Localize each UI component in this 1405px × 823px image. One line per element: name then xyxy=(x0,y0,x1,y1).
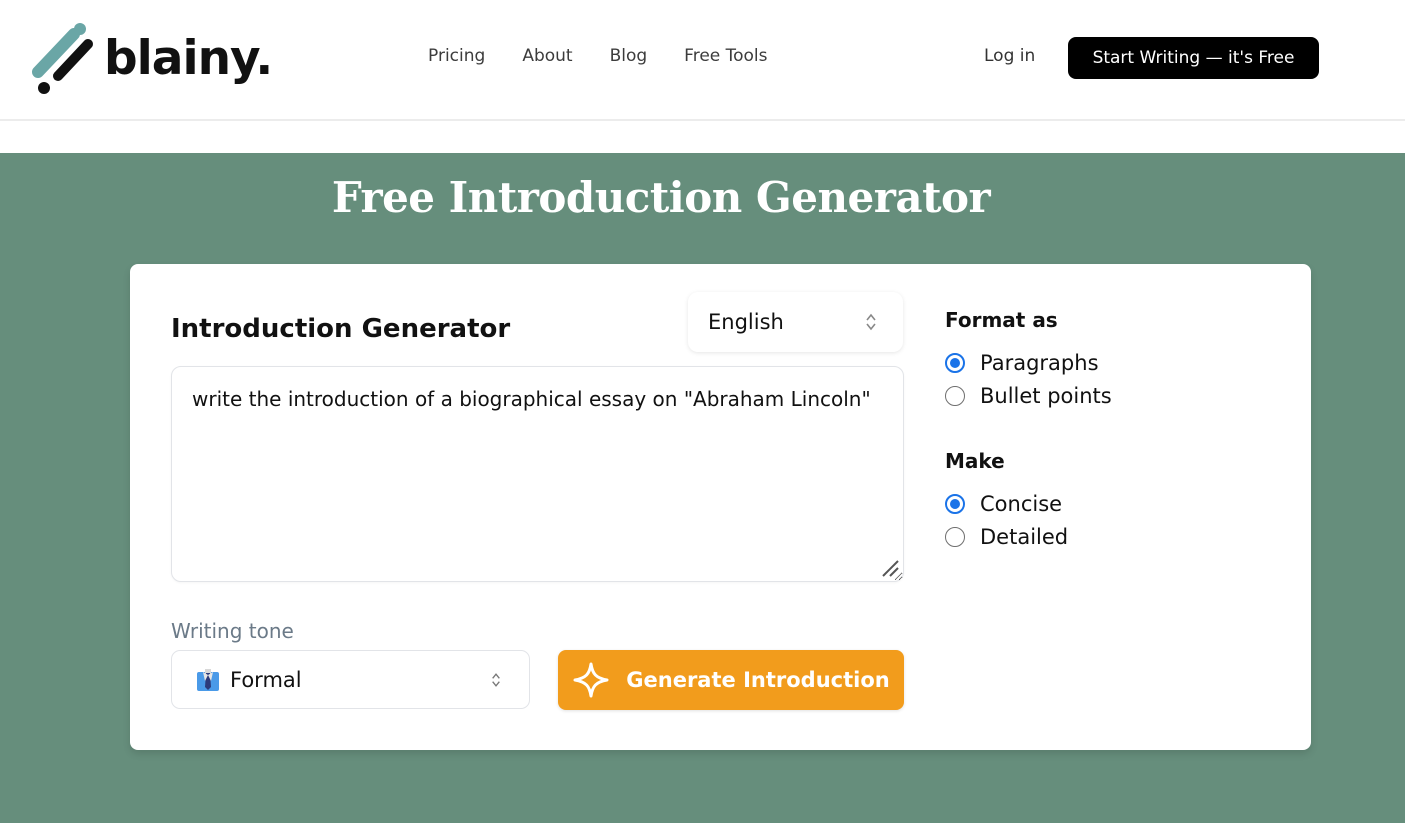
writing-tone-select[interactable]: Formal xyxy=(171,650,530,709)
start-writing-button[interactable]: Start Writing — it's Free xyxy=(1068,37,1319,79)
radio-concise[interactable] xyxy=(945,493,965,514)
login-link[interactable]: Log in xyxy=(984,46,1035,66)
radio-paragraphs[interactable] xyxy=(945,352,965,373)
format-option-paragraphs[interactable]: Paragraphs xyxy=(945,346,1112,379)
nav-pricing[interactable]: Pricing xyxy=(428,46,485,66)
prompt-textarea[interactable]: write the introduction of a biographical… xyxy=(171,366,904,582)
generate-label: Generate Introduction xyxy=(626,668,890,692)
chevron-up-down-icon xyxy=(866,313,876,331)
make-option-concise[interactable]: Concise xyxy=(945,487,1068,520)
page-title: Free Introduction Generator xyxy=(331,173,991,222)
nav-about[interactable]: About xyxy=(522,46,572,66)
nav-free-tools[interactable]: Free Tools xyxy=(684,46,767,66)
sparkle-icon xyxy=(573,662,609,698)
hero-section: Free Introduction Generator Introduction… xyxy=(0,153,1405,823)
blainy-logo-icon xyxy=(32,23,93,94)
radio-label: Detailed xyxy=(980,524,1069,549)
radio-label: Concise xyxy=(980,491,1063,516)
radio-label: Paragraphs xyxy=(980,350,1099,375)
writing-tone-label: Writing tone xyxy=(171,619,294,643)
chevron-up-down-icon xyxy=(492,672,500,687)
logo-link[interactable]: blainy. xyxy=(30,22,273,96)
logo-text: blainy. xyxy=(104,30,273,86)
language-value: English xyxy=(708,310,784,334)
make-title: Make xyxy=(945,449,1005,473)
nav-blog[interactable]: Blog xyxy=(610,46,648,66)
generator-card: Introduction Generator English write the… xyxy=(130,264,1311,750)
language-select[interactable]: English xyxy=(688,292,903,352)
format-option-bullet-points[interactable]: Bullet points xyxy=(945,379,1112,412)
site-header: blainy. Pricing About Blog Free Tools Lo… xyxy=(0,0,1405,121)
radio-bullet-points[interactable] xyxy=(945,385,965,406)
generator-title: Introduction Generator xyxy=(171,314,511,344)
writing-tone-value: Formal xyxy=(230,667,302,692)
radio-detailed[interactable] xyxy=(945,526,965,547)
make-option-detailed[interactable]: Detailed xyxy=(945,520,1068,553)
format-title: Format as xyxy=(945,308,1058,332)
generate-introduction-button[interactable]: Generate Introduction xyxy=(558,650,904,710)
radio-label: Bullet points xyxy=(980,383,1112,408)
business-shirt-icon xyxy=(197,668,219,691)
format-options: Format as Paragraphs Bullet points xyxy=(945,308,1112,412)
make-options: Make Concise Detailed xyxy=(945,449,1068,553)
main-nav: Pricing About Blog Free Tools xyxy=(428,46,805,66)
